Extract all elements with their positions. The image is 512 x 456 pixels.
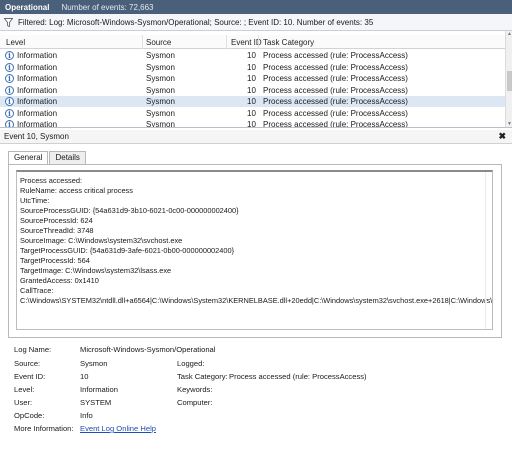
event-id: 10 xyxy=(247,108,256,118)
message-line: TargetProcessId: 564 xyxy=(20,256,90,265)
event-message[interactable]: Process accessed: RuleName: access critic… xyxy=(16,170,493,330)
keywords-label: Keywords: xyxy=(177,385,213,394)
filter-bar: Filtered: Log: Microsoft-Windows-Sysmon/… xyxy=(0,14,512,31)
event-level: Information xyxy=(17,62,58,72)
general-panel: Process accessed: RuleName: access critic… xyxy=(8,164,502,338)
column-source[interactable]: Source xyxy=(146,38,171,47)
funnel-icon xyxy=(4,17,13,27)
event-source: Sysmon xyxy=(146,85,175,95)
grid-header: Level Source Event ID Task Category xyxy=(0,35,505,49)
event-level: Information xyxy=(17,51,58,60)
message-line: Process accessed: xyxy=(20,176,83,185)
event-row[interactable]: i Information Sysmon 10 Process accessed (ru… xyxy=(0,96,505,107)
message-line: TargetImage: C:\Windows\system32\lsass.e… xyxy=(20,266,172,275)
detail-header: Event 10, Sysmon ✖ xyxy=(0,130,512,144)
opcode-label: OpCode: xyxy=(14,411,45,420)
more-info-label: More Information: xyxy=(14,424,74,433)
message-scrollbar[interactable] xyxy=(485,172,492,329)
source-value: Sysmon xyxy=(80,359,108,368)
event-source: Sysmon xyxy=(146,120,175,128)
event-task-category: Process accessed (rule: ProcessAccess) xyxy=(263,120,408,128)
event-id: 10 xyxy=(247,97,256,106)
log-titlebar: Operational Number of events: 72,663 xyxy=(0,0,512,14)
message-line: SourceImage: C:\Windows\system32\svchost… xyxy=(20,236,183,245)
event-task-category: Process accessed (rule: ProcessAccess) xyxy=(263,51,408,60)
grid-scrollbar[interactable]: ▲ ▼ xyxy=(505,31,512,127)
column-level[interactable]: Level xyxy=(6,38,25,47)
event-id: 10 xyxy=(247,85,256,95)
event-source: Sysmon xyxy=(146,51,175,60)
log-name-value: Microsoft-Windows-Sysmon/Operational xyxy=(80,345,216,354)
task-category-value: Process accessed (rule: ProcessAccess) xyxy=(229,372,367,381)
event-id: 10 xyxy=(247,62,256,72)
event-row[interactable]: i Information Sysmon 10 Process accessed (ru… xyxy=(0,73,505,84)
event-level: Information xyxy=(17,97,58,106)
event-level: Information xyxy=(17,85,58,95)
information-icon: i xyxy=(5,62,14,72)
information-icon: i xyxy=(5,51,14,60)
opcode-value: Info xyxy=(80,411,93,420)
detail-tabs: General Details xyxy=(8,151,87,165)
level-label: Level: xyxy=(14,385,35,394)
source-label: Source: xyxy=(14,359,41,368)
log-name-label: Log Name: xyxy=(14,345,52,354)
event-task-category: Process accessed (rule: ProcessAccess) xyxy=(263,74,408,83)
tab-general[interactable]: General xyxy=(8,151,49,165)
event-id-value: 10 xyxy=(80,372,89,381)
calltrace-text: CallTrace: C:\Windows\SYSTEM32\ntdll.dll… xyxy=(20,286,493,305)
message-line: GrantedAccess: 0x1410 xyxy=(20,276,99,285)
filter-text: Filtered: Log: Microsoft-Windows-Sysmon/… xyxy=(18,17,374,27)
information-icon: i xyxy=(5,120,14,127)
task-category-label: Task Category: xyxy=(177,372,228,381)
event-level: Information xyxy=(17,108,58,118)
information-icon: i xyxy=(5,97,14,106)
event-source: Sysmon xyxy=(146,108,175,118)
event-row[interactable]: i Information Sysmon 10 Process accessed (ru… xyxy=(0,108,505,119)
event-task-category: Process accessed (rule: ProcessAccess) xyxy=(263,62,408,72)
message-line: SourceProcessGUID: {54a631d9-3b10-6021-0… xyxy=(20,206,239,215)
event-log-help-link[interactable]: Event Log Online Help xyxy=(80,424,156,433)
column-task-category[interactable]: Task Category xyxy=(263,38,314,47)
event-source: Sysmon xyxy=(146,97,175,106)
event-source: Sysmon xyxy=(146,62,175,72)
logged-label: Logged: xyxy=(177,359,205,368)
message-line: SourceProcessId: 624 xyxy=(20,216,93,225)
tab-details[interactable]: Details xyxy=(49,151,86,164)
message-line: UtcTime: xyxy=(20,196,50,205)
message-line: SourceThreadId: 3748 xyxy=(20,226,94,235)
event-source: Sysmon xyxy=(146,74,175,83)
event-id: 10 xyxy=(247,51,256,60)
scroll-thumb[interactable] xyxy=(507,71,512,91)
event-level: Information xyxy=(17,120,58,128)
event-row[interactable]: i Information Sysmon 10 Process accessed (ru… xyxy=(0,62,505,73)
event-properties: Log Name: Microsoft-Windows-Sysmon/Opera… xyxy=(14,345,504,450)
event-task-category: Process accessed (rule: ProcessAccess) xyxy=(263,108,408,118)
event-row[interactable]: i Information Sysmon 10 Process accessed (ru… xyxy=(0,85,505,96)
information-icon: i xyxy=(5,85,14,95)
event-grid[interactable]: Level Source Event ID Task Category i Inf… xyxy=(0,31,512,128)
event-row[interactable]: i Information Sysmon 10 Process accessed (ru… xyxy=(0,119,505,128)
level-value: Information xyxy=(80,385,118,394)
log-name: Operational xyxy=(5,2,50,12)
event-id-label: Event ID: xyxy=(14,372,46,381)
event-task-category: Process accessed (rule: ProcessAccess) xyxy=(263,85,408,95)
event-id: 10 xyxy=(247,120,256,128)
information-icon: i xyxy=(5,74,14,83)
user-label: User: xyxy=(14,398,33,407)
event-level: Information xyxy=(17,74,58,83)
close-icon[interactable]: ✖ xyxy=(498,131,506,142)
detail-title: Event 10, Sysmon xyxy=(4,132,69,141)
message-line: RuleName: access critical process xyxy=(20,186,133,195)
event-count: Number of events: 72,663 xyxy=(61,2,154,12)
computer-label: Computer: xyxy=(177,398,213,407)
event-row[interactable]: i Information Sysmon 10 Process accessed (ru… xyxy=(0,50,505,61)
scroll-down-icon[interactable]: ▼ xyxy=(506,121,512,127)
message-line: TargetProcessGUID: {54a631d9-3afe-6021-0… xyxy=(20,246,235,255)
event-id: 10 xyxy=(247,74,256,83)
event-task-category: Process accessed (rule: ProcessAccess) xyxy=(263,97,408,106)
user-value: SYSTEM xyxy=(80,398,112,407)
information-icon: i xyxy=(5,108,14,118)
scroll-up-icon[interactable]: ▲ xyxy=(506,31,512,38)
